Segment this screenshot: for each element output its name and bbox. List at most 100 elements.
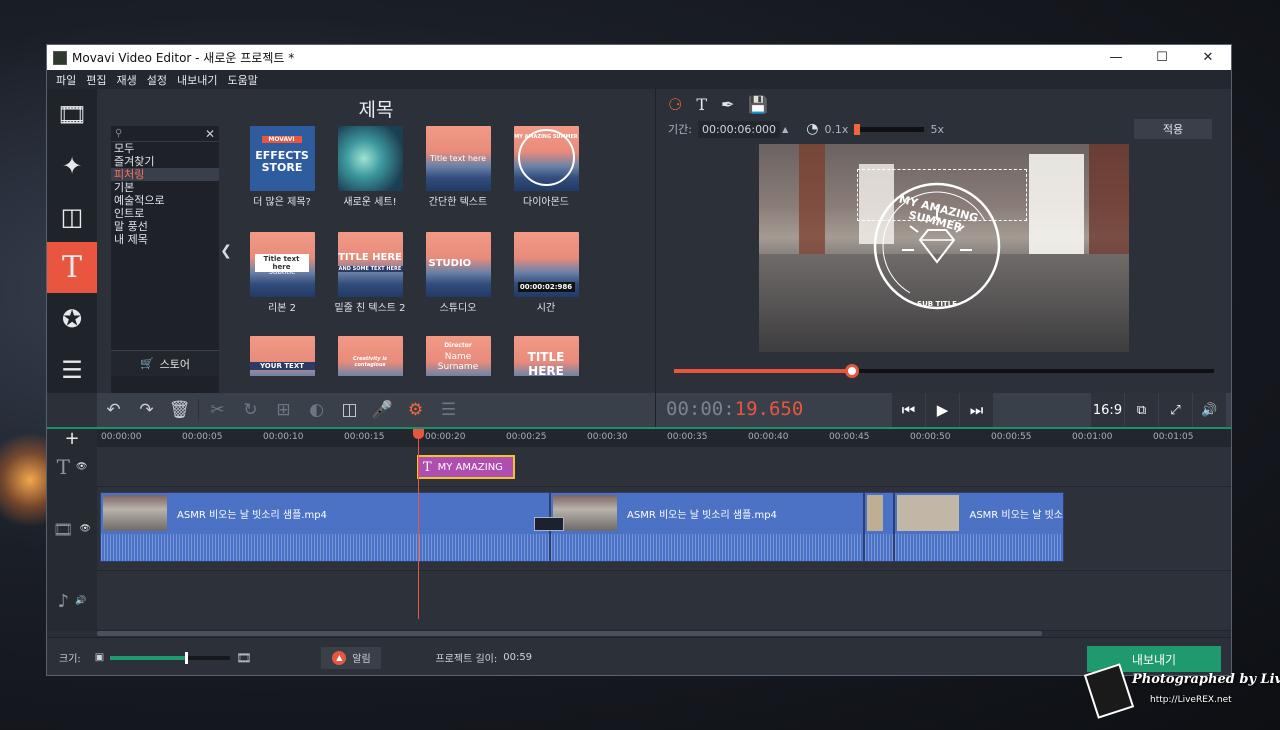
import-tool-button[interactable]: 🎞 — [47, 89, 97, 140]
titles-tool-button[interactable]: T — [47, 242, 97, 293]
animation-icon[interactable]: ⚆ — [668, 95, 682, 114]
play-button[interactable]: ▶ — [926, 393, 959, 427]
title-tile[interactable]: MY AMAZING SUMMER 다이아몬드 — [501, 126, 591, 209]
transitions-tool-button[interactable]: ◫ — [47, 191, 97, 242]
transition-wizard-button[interactable]: ◫ — [333, 393, 366, 427]
category-item-my-titles[interactable]: 내 제목 — [111, 233, 219, 246]
category-item-favorites[interactable]: 즐겨찾기 — [111, 155, 219, 168]
title-tile[interactable]: STUDIO 스튜디오 — [413, 232, 503, 315]
duration-stepper-icon[interactable]: ▲ — [782, 125, 788, 134]
menu-file[interactable]: 파일 — [56, 72, 76, 88]
eye-icon[interactable]: 👁 — [79, 524, 90, 534]
save-icon[interactable]: 💾 — [748, 95, 768, 114]
tile-thumbnail: 00:00:02:986 — [513, 232, 579, 297]
title-tile[interactable]: TITLE HERE AND SOME TEXT HERE 밑줄 친 텍스트 2 — [325, 232, 415, 315]
title-tile[interactable]: Title text here Subtitle 리본 2 — [237, 232, 327, 315]
zoom-slider-knob[interactable] — [184, 651, 188, 664]
maximize-button[interactable]: ☐ — [1139, 45, 1185, 70]
previous-button[interactable]: ⏮ — [892, 393, 925, 427]
title-tile[interactable]: Title text here 간단한 텍스트 — [413, 126, 503, 209]
next-button[interactable]: ⏭ — [960, 393, 993, 427]
progress-knob[interactable] — [845, 364, 860, 378]
category-search[interactable]: ⚲ ✕ — [111, 126, 219, 142]
apply-button[interactable]: 적용 — [1134, 119, 1212, 139]
more-tools-button[interactable]: ☰ — [47, 344, 97, 395]
transition-marker[interactable] — [534, 517, 564, 531]
menu-settings[interactable]: 설정 — [147, 72, 167, 88]
record-audio-button[interactable]: 🎤 — [366, 393, 399, 427]
video-clip[interactable]: ASMR 비오는 날 빗소리 샘플.mp4 — [550, 492, 864, 562]
color-adjust-button[interactable]: ◐ — [300, 393, 333, 427]
collapse-panel-button[interactable]: ❮ — [219, 126, 233, 376]
tile-thumbnail: Director Name Surname — [425, 336, 491, 376]
menu-help[interactable]: 도움말 — [227, 72, 257, 88]
speed-slider-knob[interactable] — [854, 123, 861, 135]
fullscreen-icon: ⤢ — [1170, 402, 1181, 418]
store-button[interactable]: 🛒 스토어 — [111, 350, 219, 376]
clip-name: ASMR 비오는 날 빗소 — [969, 509, 1063, 521]
color-picker-icon[interactable]: ✒ — [721, 95, 734, 114]
gear-icon: ⚙ — [407, 400, 424, 420]
timeline-scrollbar[interactable] — [97, 631, 1042, 636]
zoom-out-icon[interactable]: ▣ — [95, 652, 104, 663]
crop-button[interactable]: ⊞ — [267, 393, 300, 427]
undo-button[interactable]: ↶ — [97, 393, 130, 427]
eye-icon[interactable]: 👁 — [76, 462, 87, 472]
redo-button[interactable]: ↷ — [130, 393, 163, 427]
clear-search-icon[interactable]: ✕ — [205, 127, 215, 141]
zoom-slider[interactable] — [110, 651, 231, 664]
audio-equalizer-button[interactable]: ☰ — [432, 393, 465, 427]
fullscreen-button[interactable]: ⤢ — [1159, 393, 1192, 427]
clip-thumbnail — [103, 495, 167, 531]
video-clip[interactable] — [864, 492, 894, 562]
popout-button[interactable]: ⧉ — [1125, 393, 1158, 427]
title-clip[interactable]: T MY AMAZING — [417, 455, 515, 479]
menu-playback[interactable]: 재생 — [117, 72, 137, 88]
delete-button[interactable]: 🗑 — [163, 393, 196, 427]
transition-box-icon: ◫ — [341, 400, 358, 420]
video-preview[interactable]: MY AMAZING SUMMER SUB TITLE — [759, 144, 1129, 352]
playhead[interactable] — [418, 429, 419, 619]
volume-button[interactable]: 🔊 — [1193, 393, 1226, 427]
speed-max-label: 5x — [930, 122, 944, 136]
playback-progress[interactable] — [674, 364, 1214, 378]
menu-export[interactable]: 내보내기 — [177, 72, 217, 88]
zoom-in-icon[interactable]: 🎞 — [236, 651, 251, 665]
rotate-button[interactable]: ↻ — [234, 393, 267, 427]
category-item-artistic[interactable]: 예술적으로 — [111, 194, 219, 207]
text-format-icon[interactable]: T — [696, 95, 707, 114]
minimize-button[interactable]: — — [1093, 45, 1139, 70]
title-tile[interactable]: Creativity is contagious — [325, 336, 415, 376]
speed-slider[interactable] — [854, 123, 925, 135]
title-tile[interactable]: MOVAVI EFFECTS STORE 더 많은 제목? — [237, 126, 327, 209]
title-tile[interactable]: 00:00:02:986 시간 — [501, 232, 591, 315]
selection-frame[interactable] — [857, 169, 1027, 221]
ruler-tick: 00:00:50 — [910, 432, 951, 442]
add-track-button[interactable]: + — [47, 428, 97, 449]
duration-input[interactable]: 00:00:06:000 — [697, 120, 781, 138]
cut-button[interactable]: ✂ — [201, 393, 234, 427]
clip-properties-button[interactable]: ⚙ — [399, 393, 432, 427]
category-item-all[interactable]: 모두 — [111, 142, 219, 155]
menu-edit[interactable]: 편집 — [86, 72, 106, 88]
title-tile[interactable]: TITLE HERE — [501, 336, 591, 376]
title-edit-tools: ⚆ T ✒ 💾 — [668, 95, 768, 114]
aspect-ratio-button[interactable]: 16:9 — [1091, 393, 1124, 427]
category-item-speech-bubble[interactable]: 말 풍선 — [111, 220, 219, 233]
title-tile[interactable]: Director Name Surname — [413, 336, 503, 376]
title-tile[interactable]: 새로운 세트! — [325, 126, 415, 209]
video-clip[interactable]: ASMR 비오는 날 빗소리 샘플.mp4 — [100, 492, 550, 562]
category-item-intro[interactable]: 인트로 — [111, 207, 219, 220]
category-item-basic[interactable]: 기본 — [111, 181, 219, 194]
close-button[interactable]: ✕ — [1185, 45, 1231, 70]
timeline-ruler[interactable]: 00:00:00 00:00:05 00:00:10 00:00:15 00:0… — [97, 429, 1231, 447]
notifications-button[interactable]: ▲ 알림 — [321, 646, 382, 669]
stickers-tool-button[interactable]: ✪ — [47, 293, 97, 344]
title-tile[interactable]: YOUR TEXT — [237, 336, 327, 376]
text-t-icon: T — [423, 459, 432, 475]
video-clip[interactable]: ASMR 비오는 날 빗소 — [894, 492, 1064, 562]
thumb-text: Name Surname — [437, 352, 479, 372]
volume-icon[interactable]: 🔊 — [75, 596, 86, 606]
filters-tool-button[interactable]: ✦ — [47, 140, 97, 191]
category-item-featured[interactable]: 피처링 — [111, 168, 219, 181]
